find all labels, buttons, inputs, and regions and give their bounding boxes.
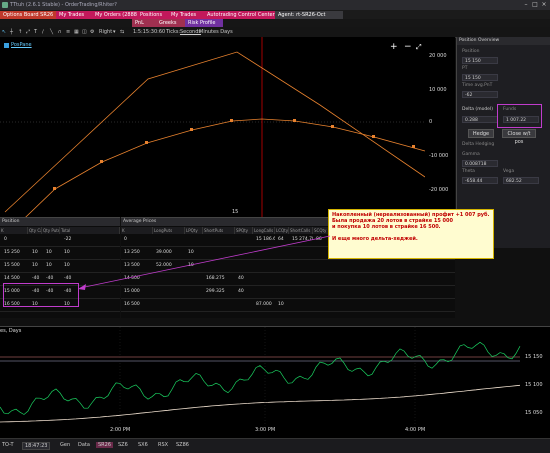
- annotation-arrow: [78, 235, 331, 290]
